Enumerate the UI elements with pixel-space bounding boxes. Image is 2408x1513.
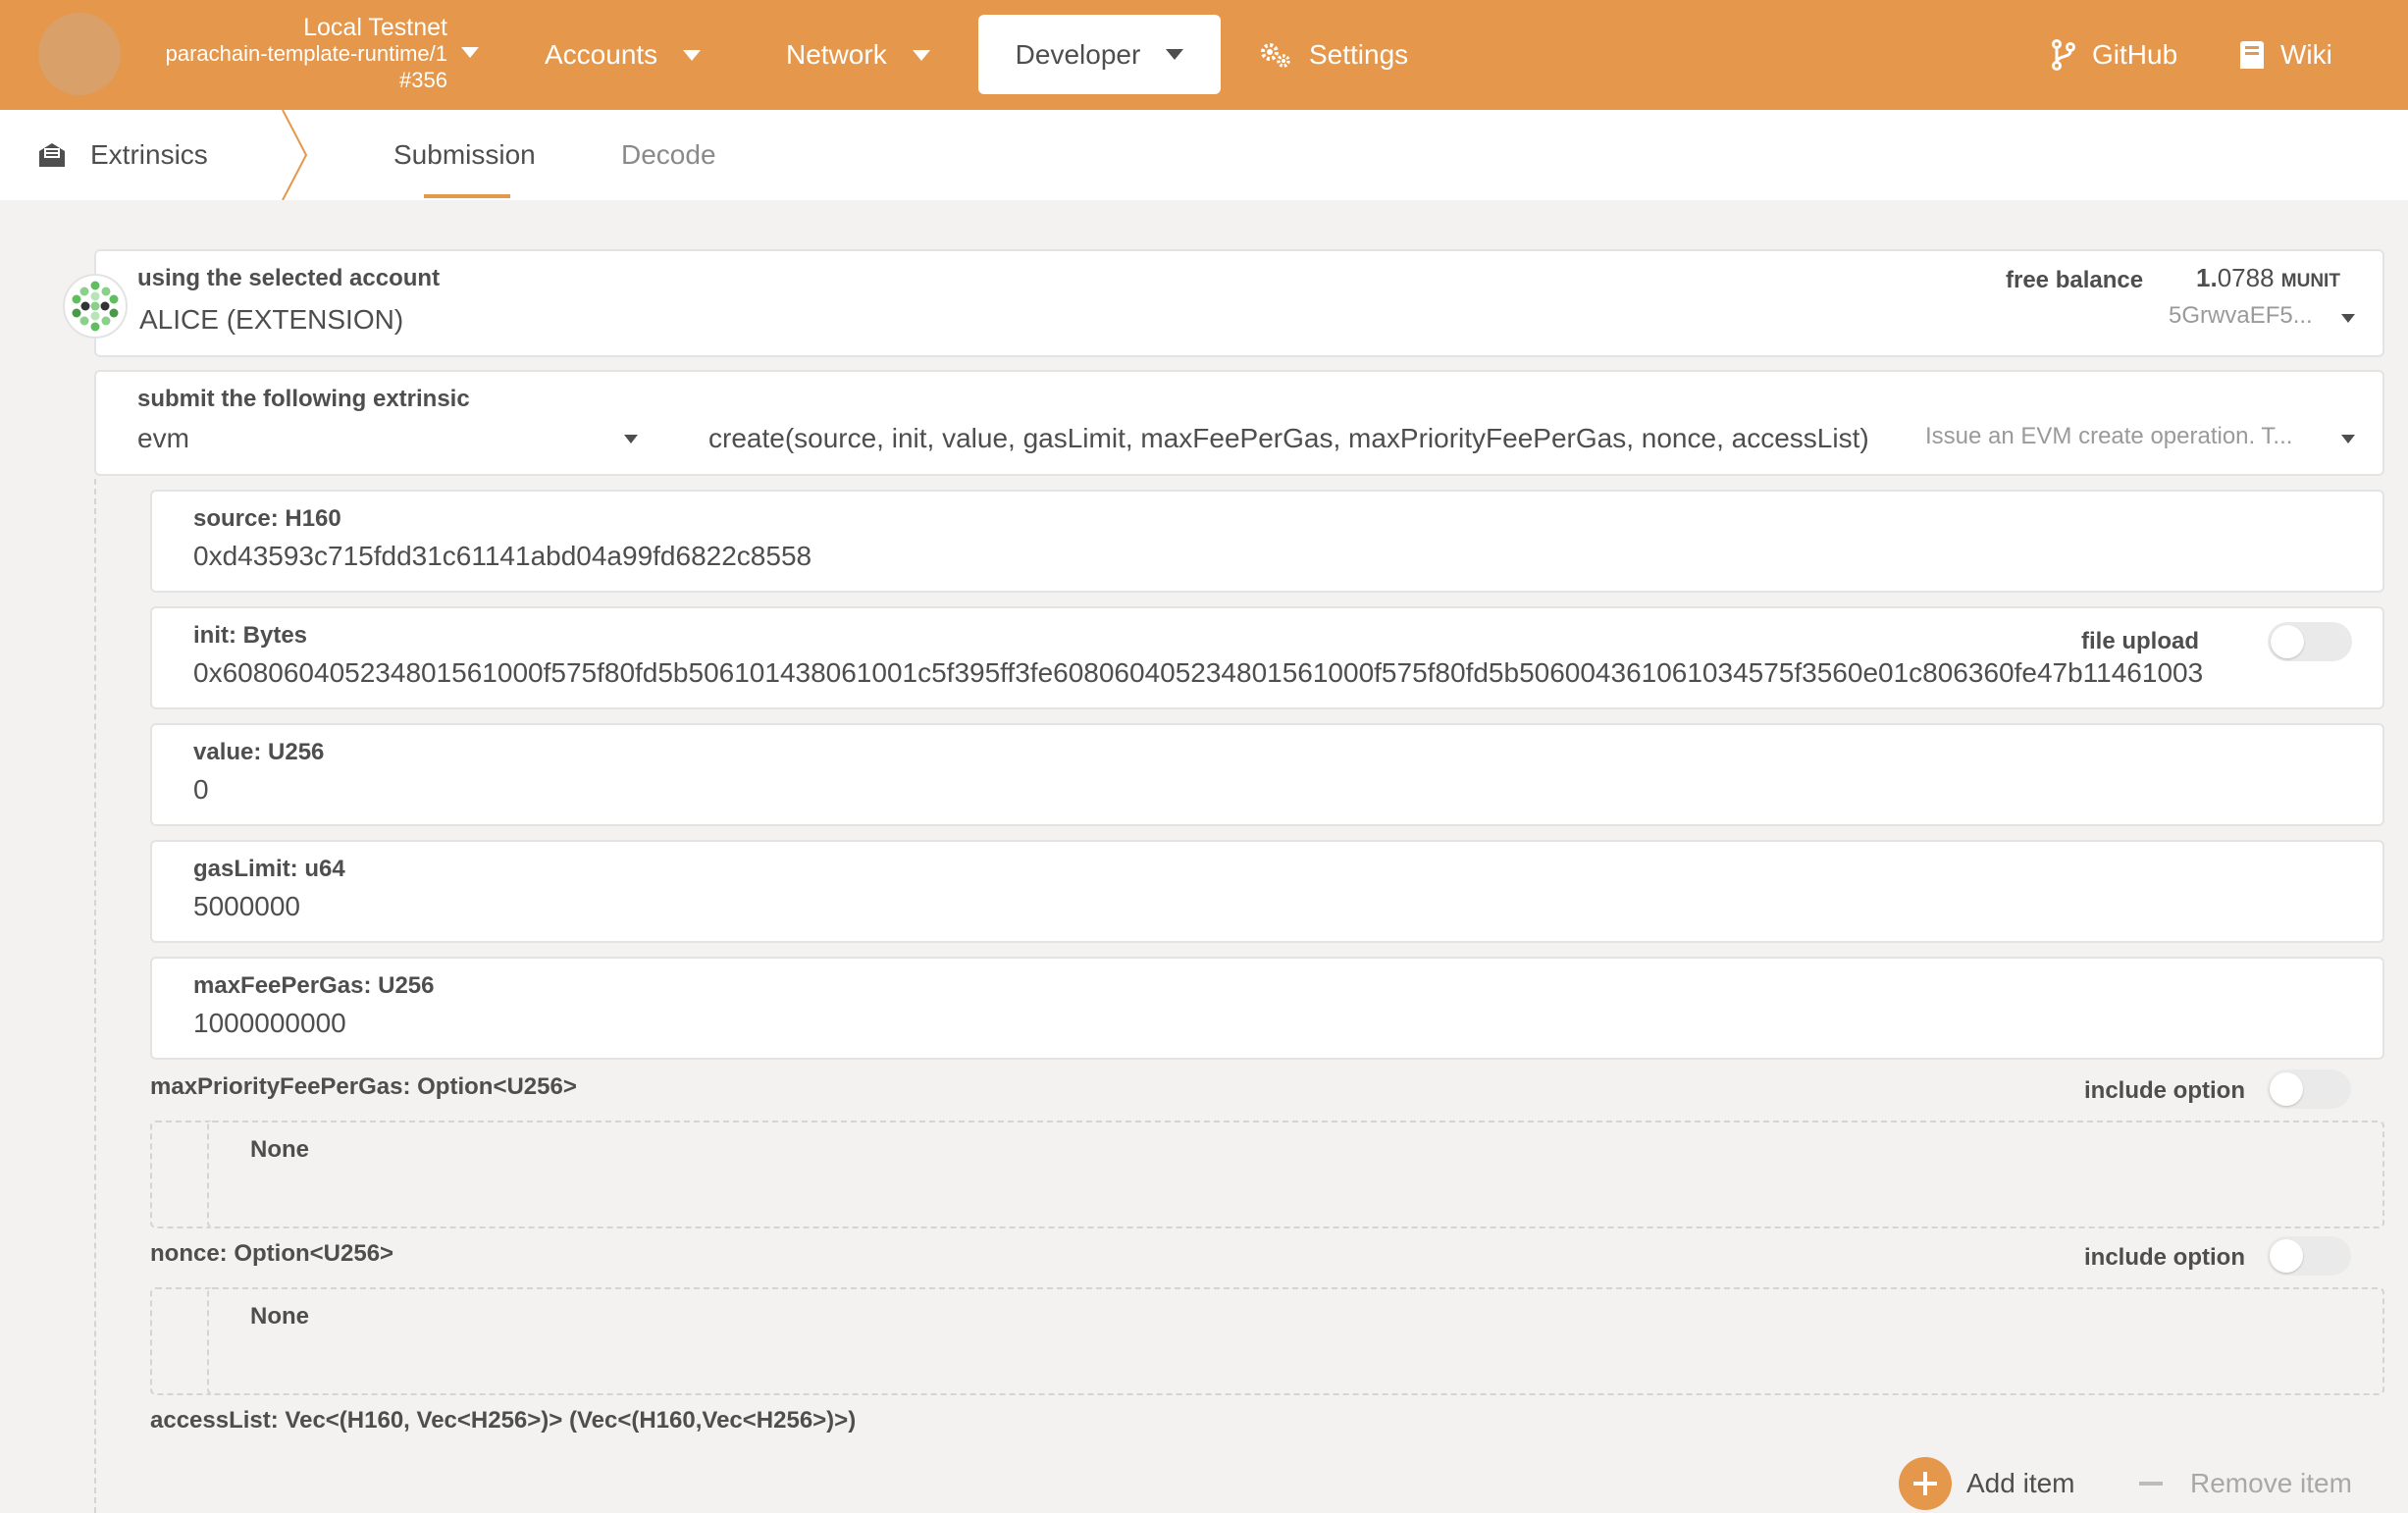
account-label: using the selected account xyxy=(137,265,441,291)
max-priority-none-box: None xyxy=(207,1121,2384,1228)
file-upload-label: file upload xyxy=(2081,628,2199,654)
extrinsic-selector: submit the following extrinsic evm creat… xyxy=(94,370,2384,476)
chain-logo[interactable] xyxy=(38,13,121,95)
chevron-down-icon xyxy=(2341,314,2355,323)
nav-developer-label: Developer xyxy=(1015,38,1141,70)
identicon-avatar[interactable] xyxy=(62,273,129,339)
chevron-down-icon xyxy=(683,49,702,61)
active-tab-indicator xyxy=(424,194,510,198)
param-max-fee: maxFeePerGas: U256 1000000000 xyxy=(150,957,2384,1060)
param-gas-limit-label: gasLimit: u64 xyxy=(193,856,345,882)
tab-submission[interactable]: Submission xyxy=(393,110,536,200)
nav-github[interactable]: GitHub xyxy=(2051,0,2177,110)
nav-network[interactable]: Network xyxy=(786,0,930,110)
remove-item-button[interactable]: Remove item xyxy=(2139,1456,2352,1511)
section-title: Extrinsics xyxy=(90,139,208,170)
param-nonce-label: nonce: Option<U256> xyxy=(150,1240,394,1267)
file-upload-toggle[interactable] xyxy=(2268,622,2352,661)
account-selector[interactable]: using the selected account ALICE (EXTENS… xyxy=(94,249,2384,357)
breadcrumb-separator xyxy=(282,110,308,200)
param-source-label: source: H160 xyxy=(193,505,341,532)
account-address: 5GrwvaEF5... xyxy=(2169,302,2313,329)
chain-selector[interactable]: Local Testnet parachain-template-runtime… xyxy=(137,14,447,94)
param-gas-limit-input[interactable]: 5000000 xyxy=(193,891,300,922)
param-value: value: U256 0 xyxy=(150,723,2384,826)
balance-int: 1. xyxy=(2196,263,2218,292)
param-max-priority-label: maxPriorityFeePerGas: Option<U256> xyxy=(150,1073,577,1100)
nav-accounts[interactable]: Accounts xyxy=(545,0,702,110)
nonce-include-toggle[interactable] xyxy=(2267,1236,2351,1276)
param-value-input[interactable]: 0 xyxy=(193,774,209,806)
chain-name: Local Testnet xyxy=(303,14,447,41)
tab-decode[interactable]: Decode xyxy=(621,110,716,200)
nav-accounts-label: Accounts xyxy=(545,39,658,70)
param-init: init: Bytes file upload 0x60806040523480… xyxy=(150,606,2384,709)
param-init-label: init: Bytes xyxy=(193,622,308,649)
top-navbar: Local Testnet parachain-template-runtime… xyxy=(0,0,2408,110)
chevron-down-icon[interactable] xyxy=(461,47,479,58)
call-description: Issue an EVM create operation. T... xyxy=(1925,423,2293,449)
chain-block-number: #356 xyxy=(399,68,447,92)
remove-item-label: Remove item xyxy=(2190,1468,2352,1498)
include-option-label: include option xyxy=(2084,1077,2245,1104)
add-item-button[interactable]: Add item xyxy=(1898,1456,2075,1511)
chevron-down-icon[interactable] xyxy=(2341,435,2355,443)
nav-developer[interactable]: Developer xyxy=(978,15,1221,94)
chevron-down-icon xyxy=(1166,49,1184,60)
plus-icon xyxy=(1899,1457,1952,1510)
param-value-label: value: U256 xyxy=(193,739,325,765)
nonce-none-box: None xyxy=(207,1287,2384,1395)
param-gas-limit: gasLimit: u64 5000000 xyxy=(150,840,2384,943)
param-max-fee-label: maxFeePerGas: U256 xyxy=(193,972,435,999)
add-item-label: Add item xyxy=(1966,1468,2075,1498)
param-init-input[interactable]: 0x608060405234801561000f575f80fd5b506101… xyxy=(193,657,2203,689)
balance-value: 1.0788 MUNIT xyxy=(2196,263,2340,293)
max-priority-include-toggle[interactable] xyxy=(2267,1070,2351,1109)
max-priority-none: None xyxy=(250,1136,309,1163)
chevron-down-icon[interactable] xyxy=(624,435,638,443)
nav-wiki-label: Wiki xyxy=(2280,39,2332,70)
sub-navbar: Extrinsics Submission Decode xyxy=(0,110,2408,200)
chevron-down-icon xyxy=(912,49,930,61)
pallet-select[interactable]: evm xyxy=(137,423,189,454)
minus-icon xyxy=(2139,1482,2163,1486)
params-indent-line xyxy=(94,479,96,1513)
nav-network-label: Network xyxy=(786,39,887,70)
param-max-fee-input[interactable]: 1000000000 xyxy=(193,1008,346,1039)
nav-settings[interactable]: Settings xyxy=(1258,0,1408,110)
balance-decimals: 0788 xyxy=(2217,263,2275,292)
balance-unit: MUNIT xyxy=(2280,271,2340,291)
nav-settings-label: Settings xyxy=(1309,39,1409,70)
param-access-list-label: accessList: Vec<(H160, Vec<H256>)> (Vec<… xyxy=(150,1407,857,1434)
call-select[interactable]: create(source, init, value, gasLimit, ma… xyxy=(708,423,1869,454)
section-extrinsics: Extrinsics xyxy=(37,110,208,200)
envelope-open-icon xyxy=(39,143,65,167)
gears-icon xyxy=(1261,43,1290,68)
nav-wiki[interactable]: Wiki xyxy=(2239,0,2332,110)
param-source: source: H160 0xd43593c715fdd31c61141abd0… xyxy=(150,490,2384,593)
include-option-label: include option xyxy=(2084,1244,2245,1271)
chain-runtime: parachain-template-runtime/1 xyxy=(165,41,447,66)
param-source-input[interactable]: 0xd43593c715fdd31c61141abd04a99fd6822c85… xyxy=(193,541,811,572)
account-name: ALICE (EXTENSION) xyxy=(139,304,404,335)
extrinsic-label: submit the following extrinsic xyxy=(137,386,470,412)
nonce-none: None xyxy=(250,1303,309,1330)
balance-label: free balance xyxy=(2006,267,2144,293)
nav-github-label: GitHub xyxy=(2092,39,2178,70)
code-branch-icon xyxy=(2052,39,2075,71)
book-icon xyxy=(2240,41,2264,69)
